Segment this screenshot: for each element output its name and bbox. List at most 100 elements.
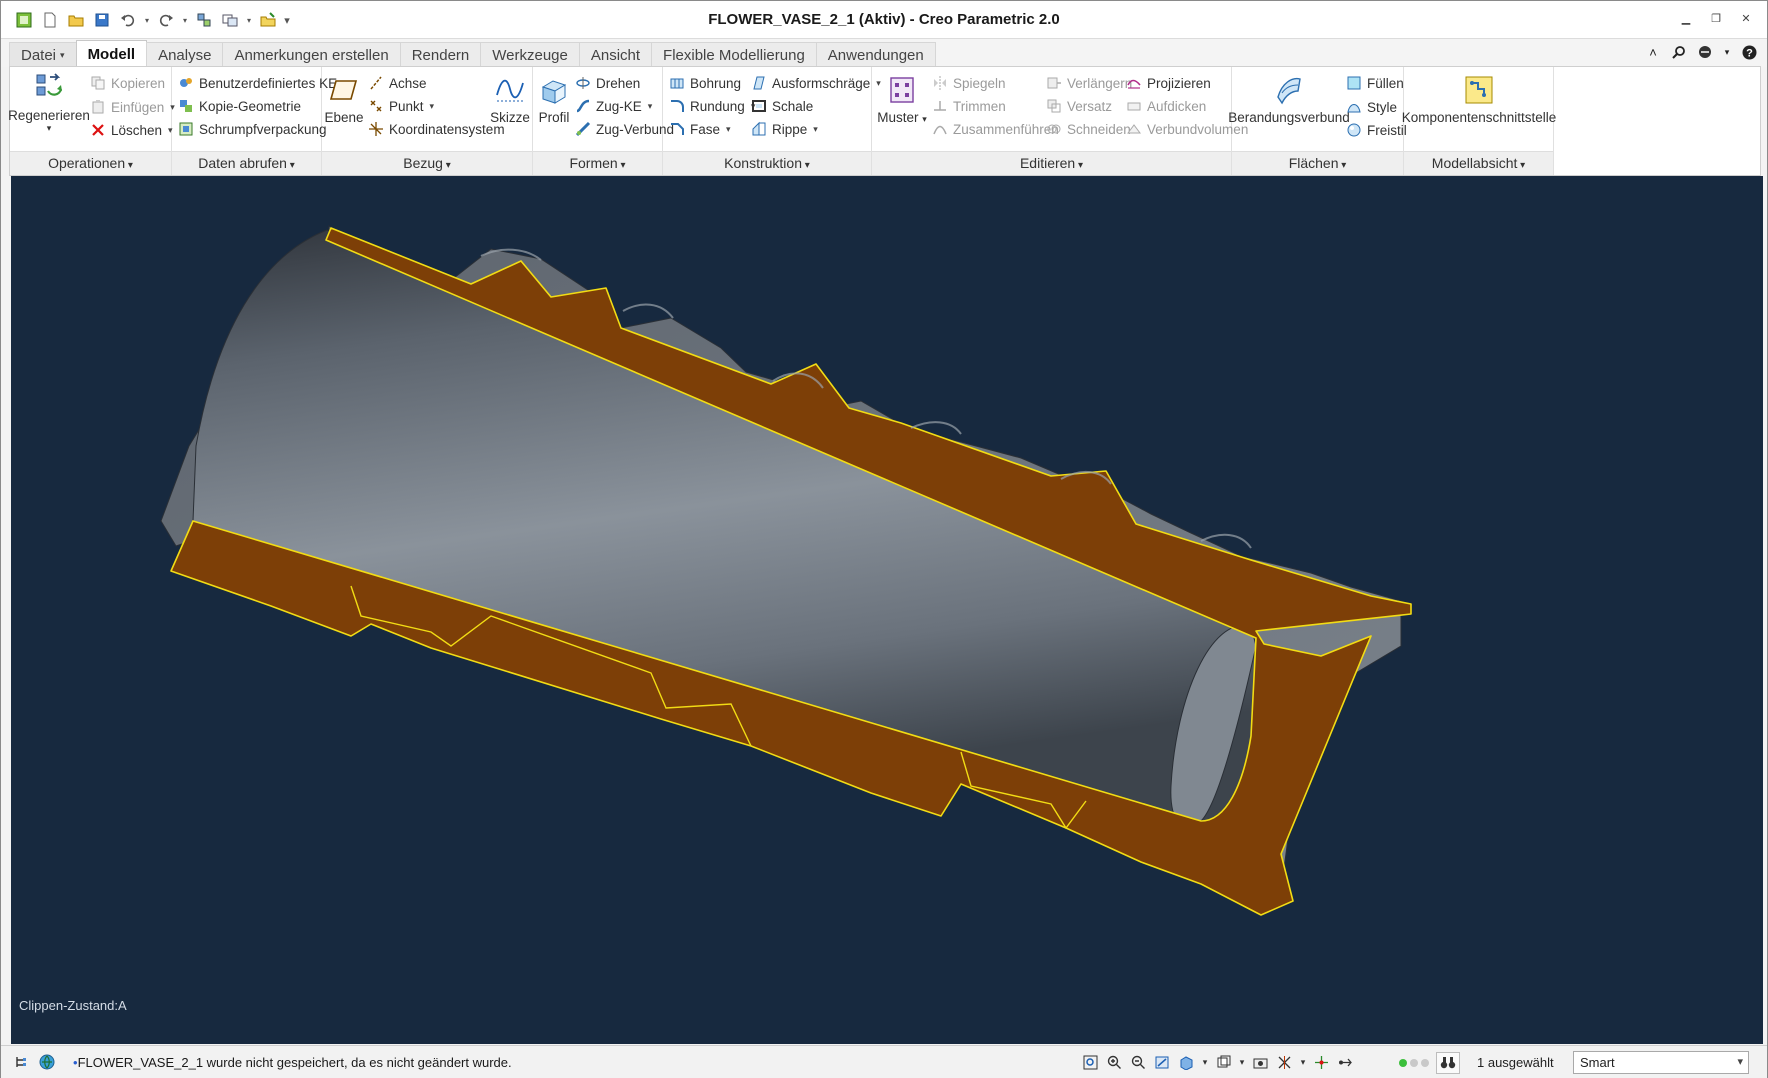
versatz-button[interactable]: Versatz [1046,95,1112,117]
close-window-folder-icon[interactable] [257,9,279,31]
fase-button[interactable]: Fase ▾ [669,118,731,140]
rippe-button[interactable]: Rippe ▾ [751,118,818,140]
display-style-dropdown-icon[interactable]: ▾ [1201,1052,1209,1072]
kopie-geometrie-label: Kopie-Geometrie [199,98,302,114]
close-icon[interactable]: ✕ [1739,11,1753,25]
trimmen-button[interactable]: Trimmen [932,95,1006,117]
group-label-editieren[interactable]: Editieren [872,151,1231,175]
zoom-out-icon[interactable] [1129,1052,1148,1072]
new-file-icon[interactable] [39,9,61,31]
help-icon[interactable]: ? [1741,44,1757,60]
tab-flexible-modellierung[interactable]: Flexible Modellierung [651,42,817,67]
aufdicken-button[interactable]: Aufdicken [1126,95,1206,117]
graphics-window[interactable] [11,176,1763,1044]
tab-anmerkungen[interactable]: Anmerkungen erstellen [222,42,401,67]
schrumpfverpackung-button[interactable]: Schrumpfverpackung [178,118,327,140]
minimize-ribbon-icon[interactable]: ˄ [1645,44,1661,60]
group-label-flaechen[interactable]: Flächen [1232,151,1403,175]
group-label-bezug[interactable]: Bezug [322,151,532,175]
windows-icon[interactable] [219,9,241,31]
group-label-operationen[interactable]: Operationen [10,151,171,175]
loeschen-button[interactable]: Löschen ▾ [90,119,173,141]
zusammenfuehren-button[interactable]: Zusammenführen [932,118,1059,140]
undo-dropdown-icon[interactable]: ▾ [143,16,151,25]
rundung-button[interactable]: Rundung ▾ [669,95,755,117]
tab-modell[interactable]: Modell [75,40,148,67]
projizieren-button[interactable]: Projizieren [1126,72,1211,94]
kopie-geometrie-button[interactable]: Kopie-Geometrie [178,95,301,117]
refit-icon[interactable] [1081,1052,1100,1072]
community-dropdown-icon[interactable]: ▾ [1723,44,1731,60]
model-tree-toggle-icon[interactable] [11,1052,31,1072]
ebene-button[interactable]: Ebene [324,67,364,125]
search-icon[interactable] [1671,44,1687,60]
tab-datei[interactable]: Datei ▾ [9,42,77,67]
windows-dropdown-icon[interactable]: ▾ [245,16,253,25]
swept-blend-icon [575,121,591,137]
undo-icon[interactable] [117,9,139,31]
redo-dropdown-icon[interactable]: ▾ [181,16,189,25]
punkt-button[interactable]: Punkt ▾ [368,95,434,117]
group-label-modellabsicht[interactable]: Modellabsicht [1404,151,1553,175]
group-label-daten-abrufen[interactable]: Daten abrufen [172,151,321,175]
spiegeln-button[interactable]: Spiegeln [932,72,1006,94]
rundung-label: Rundung [690,98,745,114]
benutzerdefiniertes-ke-button[interactable]: Benutzerdefiniertes KE [178,72,337,94]
minimize-icon[interactable]: ▁ [1679,11,1693,25]
open-folder-icon[interactable] [65,9,87,31]
zug-verbund-button[interactable]: Zug-Verbund [575,118,674,140]
zoom-in-icon[interactable] [1105,1052,1124,1072]
regenerieren-button[interactable]: Regenerieren ▾ [8,71,90,134]
saved-orientations-icon[interactable] [1214,1052,1233,1072]
muster-button[interactable]: Muster ▾ [876,67,928,125]
profil-button[interactable]: Profil [535,67,573,125]
maximize-icon[interactable]: ❐ [1709,11,1723,25]
tab-anwendungen[interactable]: Anwendungen [815,42,936,67]
datum-display-dropdown-icon[interactable]: ▾ [1299,1052,1307,1072]
kopieren-button[interactable]: Kopieren [90,72,165,94]
selection-filter-dropdown[interactable]: Smart [1573,1051,1749,1074]
schneiden-button[interactable]: Schneiden [1046,118,1131,140]
einfuegen-button[interactable]: Einfügen ▾ [90,96,175,118]
copy-geometry-icon [180,100,192,112]
bohrung-label: Bohrung [690,75,742,91]
community-icon[interactable] [1697,44,1713,60]
tab-ansicht[interactable]: Ansicht [578,42,653,67]
freistil-button[interactable]: Freistil [1346,119,1407,141]
verlaengern-button[interactable]: Verlängern [1046,72,1132,94]
spin-center-icon[interactable] [1312,1052,1331,1072]
regenerate-small-icon[interactable] [193,9,215,31]
sweep-icon [576,99,590,113]
tab-analyse[interactable]: Analyse [146,42,224,67]
tab-werkzeuge[interactable]: Werkzeuge [480,42,580,67]
tab-rendern[interactable]: Rendern [399,42,482,67]
customize-toolbar-icon[interactable]: ▾ [283,14,291,27]
find-button[interactable] [1436,1052,1460,1074]
save-icon[interactable] [91,9,113,31]
drehen-button[interactable]: Drehen [575,72,640,94]
annotation-display-icon[interactable] [1336,1052,1355,1072]
group-label-konstruktion[interactable]: Konstruktion [663,151,871,175]
view-manager-icon[interactable] [1251,1052,1270,1072]
repaint-icon[interactable] [1153,1052,1172,1072]
datum-display-icon[interactable] [1275,1052,1294,1072]
binoculars-icon [1440,1057,1456,1069]
tab-label: Datei [21,46,57,64]
style-button[interactable]: Style [1346,96,1397,118]
achse-button[interactable]: Achse [368,72,427,94]
group-label-formen[interactable]: Formen [533,151,662,175]
browser-toggle-icon[interactable] [37,1052,57,1072]
komponentenschnittstelle-button[interactable]: Komponentenschnittstelle [1402,67,1556,125]
fuellen-button[interactable]: Füllen [1346,72,1404,94]
display-style-icon[interactable] [1177,1052,1196,1072]
koordinatensystem-button[interactable]: Koordinatensystem [368,118,505,140]
skizze-button[interactable]: Skizze [490,67,530,125]
bohrung-button[interactable]: Bohrung [669,72,741,94]
zug-ke-button[interactable]: Zug-KE ▾ [575,95,652,117]
saved-orientations-dropdown-icon[interactable]: ▾ [1238,1052,1246,1072]
schale-button[interactable]: Schale [751,95,813,117]
redo-icon[interactable] [155,9,177,31]
ausformschraege-button[interactable]: Ausformschräge ▾ [751,72,881,94]
app-icon[interactable] [13,9,35,31]
berandungsverbund-button[interactable]: Berandungsverbund [1228,67,1350,125]
